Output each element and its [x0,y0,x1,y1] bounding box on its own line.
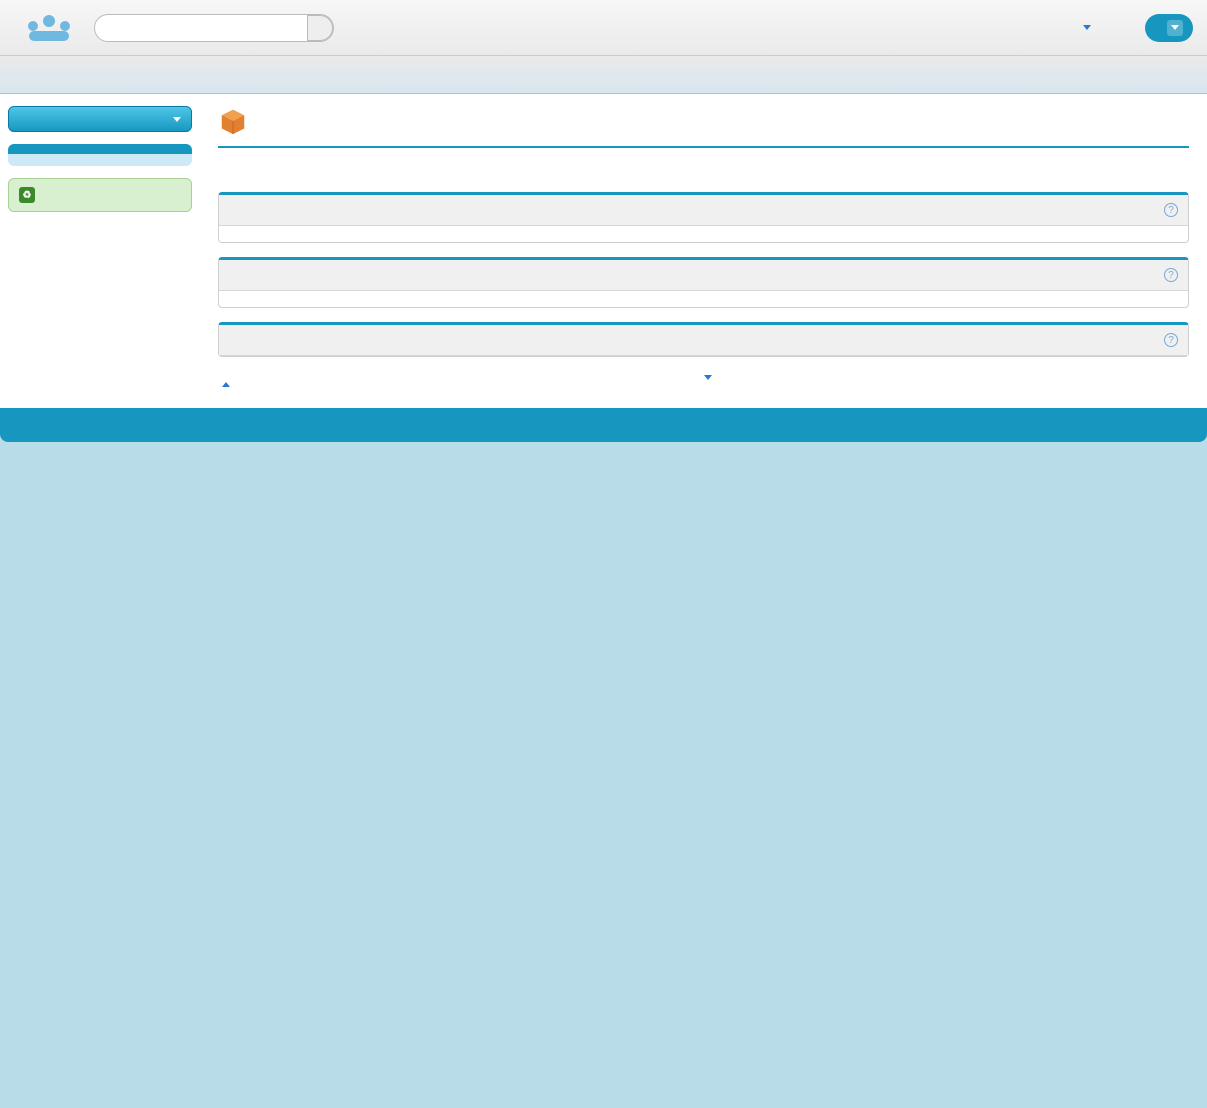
chevron-down-icon [173,117,181,122]
chevron-down-icon [1083,25,1091,30]
trash-icon: ♻ [19,187,35,203]
help-icon[interactable]: ? [1164,268,1178,282]
app-menu[interactable] [1145,14,1193,42]
main-content: ? ? ? [200,94,1207,408]
help-icon[interactable]: ? [1164,333,1178,347]
recent-items-panel [8,144,192,166]
user-menu[interactable] [1079,25,1091,30]
help-icon[interactable]: ? [1164,203,1178,217]
chevron-down-icon [704,375,712,380]
applicant-detail-block [218,146,1189,178]
global-search [94,14,334,42]
chevron-down-icon [1167,20,1183,36]
recycle-bin-link[interactable]: ♻ [8,178,192,212]
recent-items-title [8,144,192,154]
notes-attachments-list: ? [218,192,1189,243]
search-button[interactable] [307,15,333,41]
sidebar: ♻ [0,94,200,408]
package-icon [218,106,248,136]
logo[interactable] [14,13,84,43]
activity-empty-msg [219,291,1188,307]
caret-up-icon [222,382,230,387]
top-bar [0,0,1207,56]
activity-history-list: ? [218,257,1189,308]
applicant-history-list: ? [218,322,1189,357]
tab-bar [0,56,1207,94]
search-input[interactable] [105,16,307,40]
notes-empty-msg [219,226,1188,242]
create-new-menu[interactable] [8,106,192,132]
footer [0,408,1207,442]
